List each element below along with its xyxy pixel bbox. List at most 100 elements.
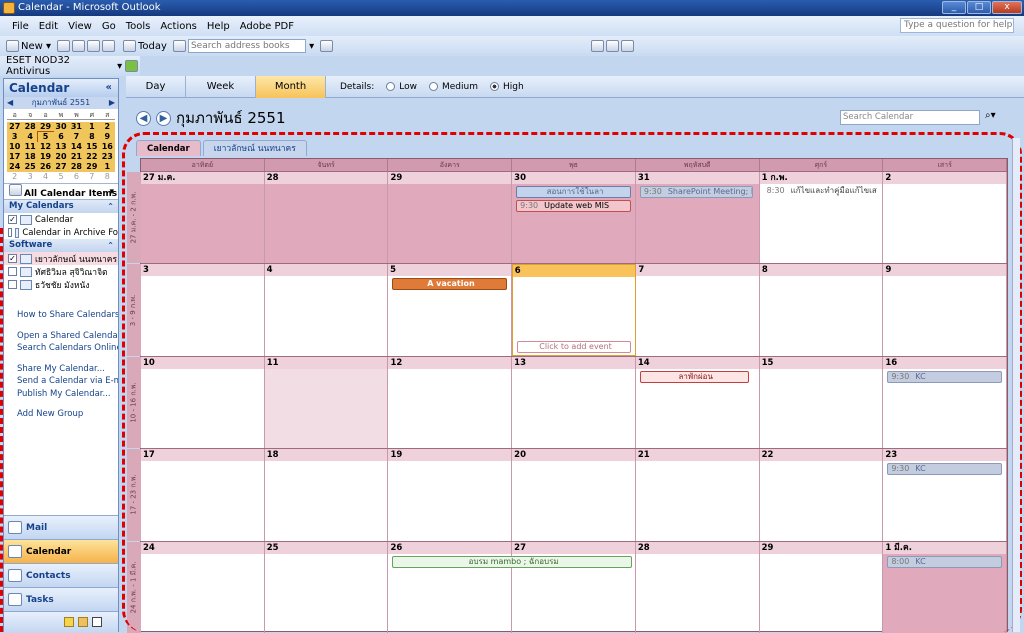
mini-calendar-day[interactable]: 28 [68,162,85,172]
mini-calendar-day[interactable]: 20 [53,152,69,162]
share-icon[interactable] [606,40,620,52]
mini-calendar-day[interactable]: 18 [22,152,38,162]
mini-calendar-day[interactable]: 27 [53,162,69,172]
mini-calendar-day[interactable]: 14 [68,142,85,152]
minimize-button[interactable]: _ [942,1,966,14]
forward-arrow-icon[interactable]: ▶ [156,110,171,126]
mini-calendar-day[interactable]: 6 [53,132,69,142]
checkbox-checked[interactable]: ✓ [8,215,17,224]
mini-calendar-day[interactable]: 24 [7,162,23,172]
scrollbar[interactable] [1012,138,1020,632]
tab-week[interactable]: Week [186,75,256,98]
menu-go[interactable]: Go [102,21,116,32]
mini-calendar-day[interactable]: 27 [7,122,23,132]
tab-day[interactable]: Day [126,75,186,98]
mini-calendar-day[interactable]: 21 [68,152,85,162]
eset-icon[interactable] [125,60,138,72]
mini-calendar: ◀ กุมภาพันธ์ 2551 ▶ อจอพพศส 27 28 29 30 31 1 2 3 4… [4,97,118,184]
mini-calendar-day[interactable]: 8 [84,132,100,142]
mini-calendar-day[interactable]: 28 [22,122,38,132]
new-button[interactable]: New ▾ [6,40,51,52]
help-search-input[interactable]: Type a question for help [900,18,1014,33]
back-arrow-icon[interactable]: ◀ [136,110,151,126]
mini-calendar-day[interactable]: 1 [84,122,100,132]
mini-calendar-day[interactable]: 12 [37,142,54,152]
sync-icon[interactable] [621,40,635,52]
mini-calendar-day[interactable]: 26 [37,162,54,172]
help-icon[interactable] [320,40,334,52]
menu-bar: File Edit View Go Tools Actions Help Ado… [0,16,1024,36]
address-book-icon[interactable] [172,40,186,52]
today-button[interactable]: Today [123,40,167,52]
mini-calendar-day[interactable]: 7 [84,172,99,182]
next-month-icon[interactable]: ▶ [109,97,115,109]
mini-dow-label: จ [22,110,38,120]
menu-actions[interactable]: Actions [160,21,197,32]
mini-calendar-day[interactable]: 19 [37,152,54,162]
maximize-button[interactable]: □ [967,1,991,14]
print-icon[interactable] [57,40,71,52]
mini-calendar-day[interactable]: 22 [84,152,100,162]
annotation-dashed-frame [122,132,1022,632]
mini-calendar-day[interactable]: 3 [22,172,37,182]
menu-adobe-pdf[interactable]: Adobe PDF [240,21,294,32]
eset-toolbar: ESET NOD32 Antivirus ▾ [0,55,140,77]
mini-calendar-day[interactable]: 30 [53,122,69,132]
mini-calendar-day[interactable]: 5 [36,131,55,143]
mini-calendar-month: กุมภาพันธ์ 2551 [31,98,91,107]
radio-high[interactable] [489,82,499,91]
mini-calendar-day[interactable]: 7 [68,132,85,142]
menu-tools[interactable]: Tools [126,21,151,32]
mini-calendar-day[interactable]: 31 [68,122,85,132]
mini-calendar-day[interactable]: 10 [7,142,23,152]
menu-edit[interactable]: Edit [39,21,58,32]
mini-calendar-day[interactable]: 8 [100,172,115,182]
mini-calendar-day[interactable]: 9 [99,132,115,142]
mini-calendar-day[interactable]: 29 [37,122,54,132]
mini-calendar-day[interactable]: 16 [99,142,115,152]
mini-calendar-day[interactable]: 2 [99,122,115,132]
search-calendar-input[interactable]: Search Calendar [840,110,980,125]
view-tabs: Day Week Month Details: Low Medium High [126,75,1024,98]
mini-calendar-day[interactable]: 23 [99,152,115,162]
mini-calendar-day[interactable]: 4 [38,172,53,182]
move-icon[interactable] [87,40,101,52]
today-icon [123,40,137,52]
send-receive-icon[interactable] [102,40,116,52]
mini-calendar-day[interactable]: 2 [7,172,22,182]
all-calendar-items-dropdown[interactable]: All Calendar Items ▾ [4,184,118,200]
annotation-dashed-left [0,228,122,632]
mini-calendar-day[interactable]: 3 [7,132,23,142]
calendar-item[interactable]: ✓ Calendar [4,213,118,226]
menu-file[interactable]: File [12,21,29,32]
mini-dow-label: พ [68,110,85,120]
search-icon[interactable]: ⌕▾ [985,110,996,121]
address-search-input[interactable]: Search address books [187,39,306,53]
delete-icon[interactable] [72,40,86,52]
mini-calendar-day[interactable]: 25 [22,162,38,172]
menu-help[interactable]: Help [207,21,230,32]
mini-calendar-day[interactable]: 5 [53,172,68,182]
mini-dow-label: ศ [84,110,100,120]
my-calendars-group[interactable]: My Calendars ⌃ [4,200,118,213]
eset-menu[interactable]: ESET NOD32 Antivirus [6,55,114,77]
mini-dow-label: อ [7,110,23,120]
menu-view[interactable]: View [68,21,92,32]
mini-calendar-day[interactable]: 6 [69,172,84,182]
close-button[interactable]: x [992,1,1022,14]
tab-month[interactable]: Month [256,75,326,98]
mini-dow-label: ส [99,110,115,120]
mini-calendar-day[interactable]: 4 [22,132,38,142]
collapse-icon[interactable]: « [106,79,112,97]
radio-low[interactable] [386,82,396,91]
mini-calendar-day[interactable]: 29 [84,162,100,172]
mini-calendar-day[interactable]: 15 [84,142,100,152]
mini-calendar-day[interactable]: 13 [53,142,69,152]
mini-calendar-day[interactable]: 17 [7,152,23,162]
mini-calendar-day[interactable]: 1 [99,162,115,172]
sharepoint-icon[interactable] [591,40,605,52]
radio-medium[interactable] [428,82,438,91]
prev-month-icon[interactable]: ◀ [7,97,13,109]
mini-dow-label: อ [37,110,54,120]
mini-calendar-day[interactable]: 11 [22,142,38,152]
